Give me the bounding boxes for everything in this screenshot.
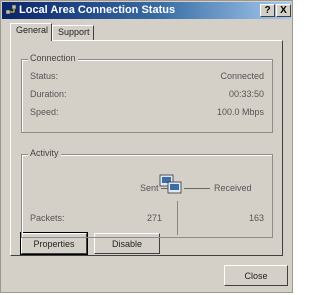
sent-label: Sent <box>140 183 159 193</box>
packets-received-value: 163 <box>248 213 264 223</box>
speed-value: 100.0 Mbps <box>216 107 264 117</box>
title-bar[interactable]: Local Area Connection Status ? X <box>2 2 291 19</box>
received-label: Received <box>214 183 252 193</box>
duration-value: 00:33:50 <box>228 89 264 99</box>
close-button[interactable]: Close <box>224 265 288 286</box>
tab-general[interactable]: General <box>10 23 52 41</box>
speed-label: Speed: <box>30 107 59 117</box>
packets-label: Packets: <box>30 213 65 223</box>
network-activity-icon <box>159 174 182 194</box>
activity-divider <box>177 201 178 235</box>
packets-sent-value: 271 <box>146 213 162 223</box>
activity-legend: Activity <box>28 148 61 158</box>
status-label: Status: <box>30 71 59 81</box>
help-button[interactable]: ? <box>260 4 275 17</box>
tab-support[interactable]: Support <box>52 25 94 40</box>
activity-group: Activity Sent Received Packets: 271 163 <box>21 148 273 238</box>
connection-legend: Connection <box>28 53 78 63</box>
network-connection-icon <box>5 4 17 15</box>
close-window-button[interactable]: X <box>276 4 291 17</box>
status-dialog: Local Area Connection Status ? X General… <box>0 0 293 293</box>
duration-label: Duration: <box>30 89 67 99</box>
status-value: Connected <box>220 71 264 81</box>
connection-group: Connection Status: Connected Duration: 0… <box>21 53 273 133</box>
received-connector <box>184 188 210 189</box>
general-tab-panel: Connection Status: Connected Duration: 0… <box>10 40 283 256</box>
window-title: Local Area Connection Status <box>19 4 176 16</box>
